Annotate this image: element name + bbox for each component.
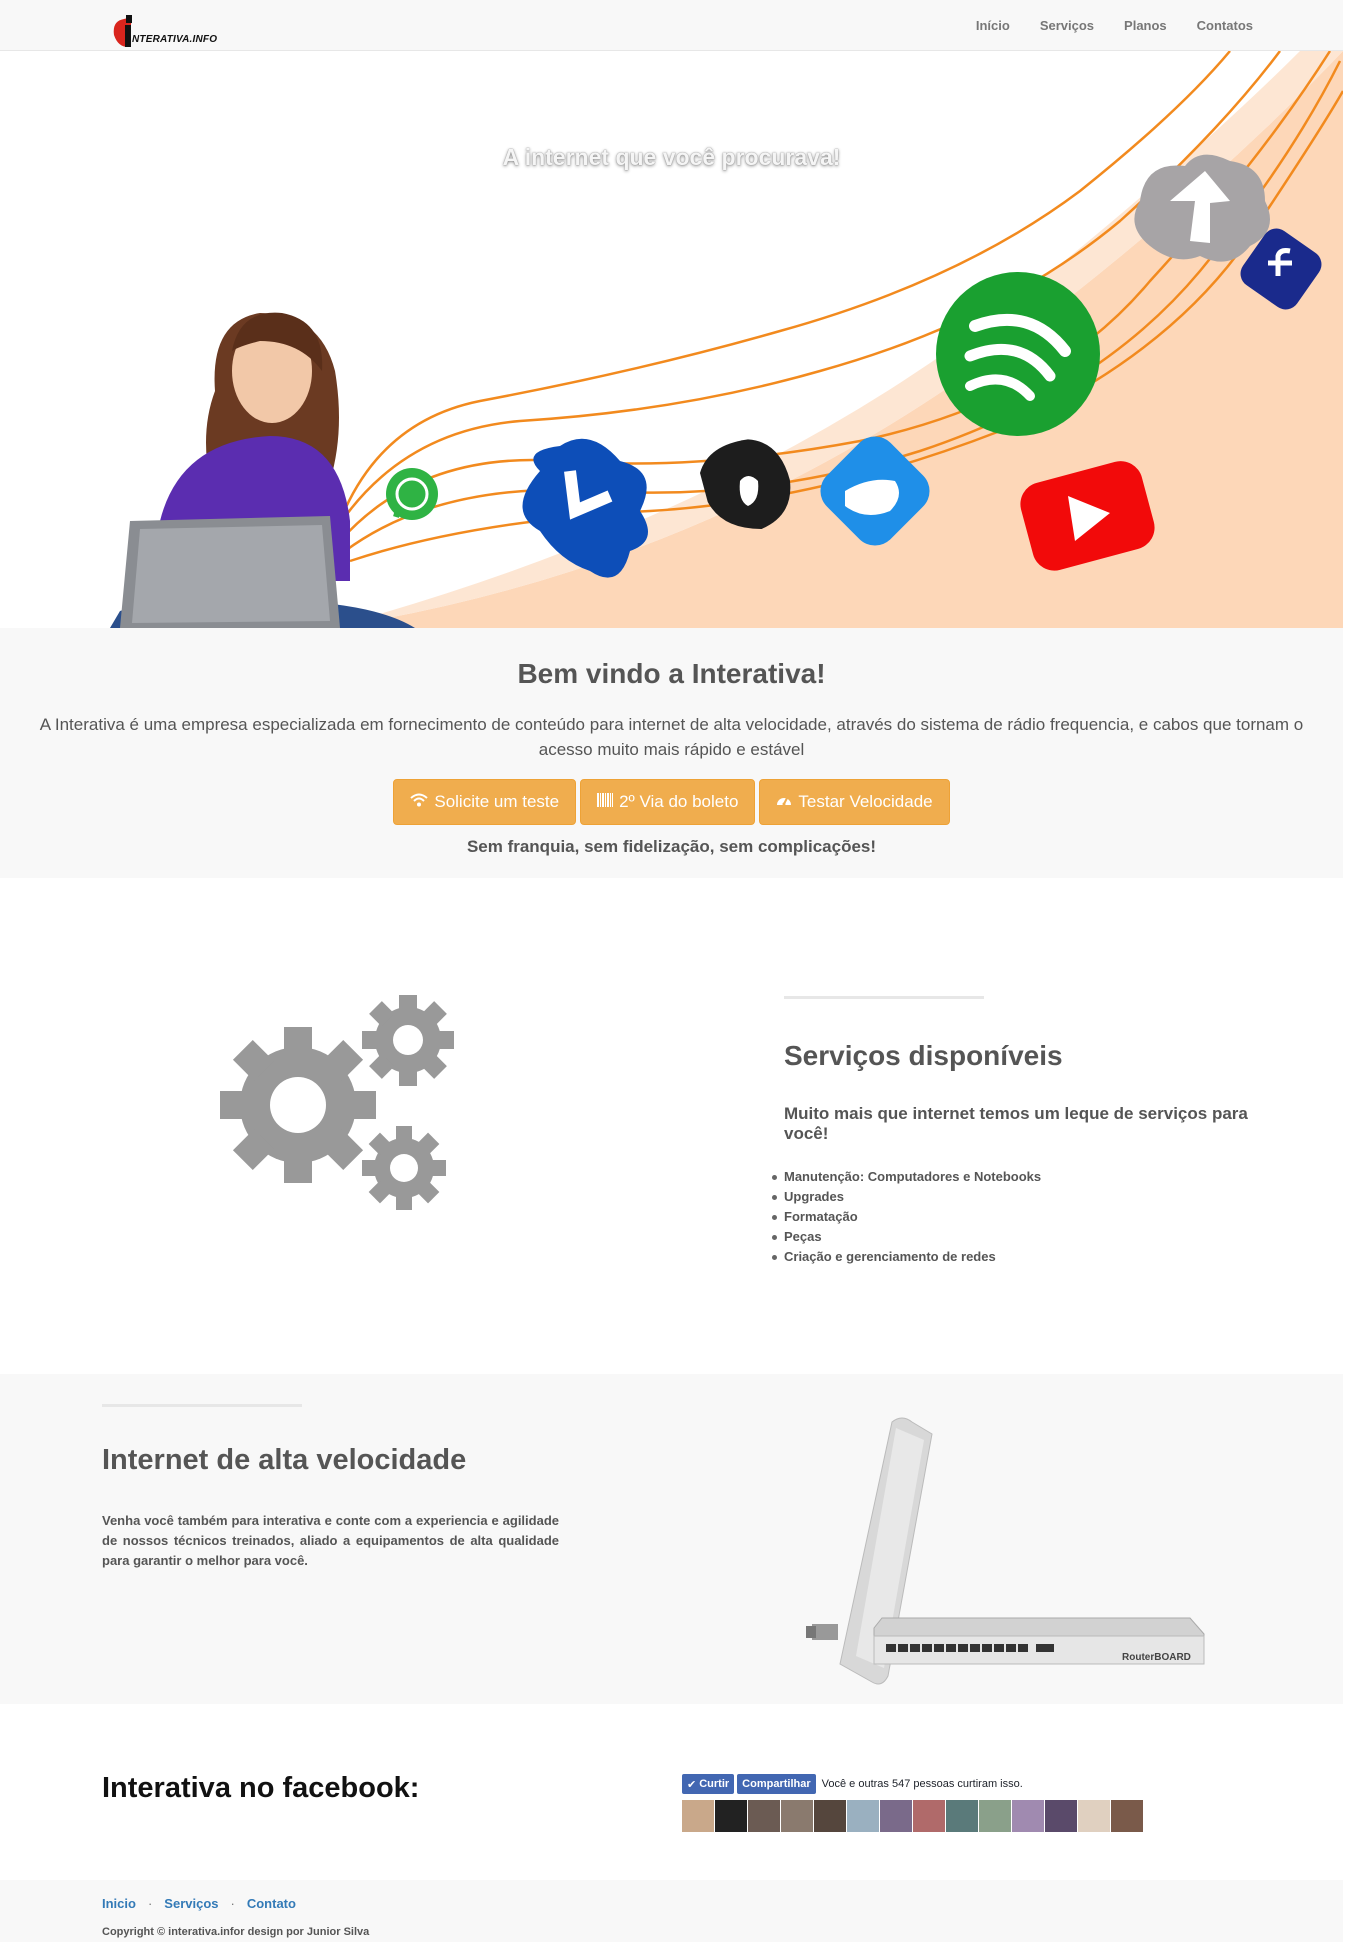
page: NTERATIVA.INFO Início Serviços Planos Co… bbox=[0, 0, 1343, 1942]
speed-test-label: Testar Velocidade bbox=[798, 792, 933, 811]
facebook-like-label: Curtir bbox=[699, 1778, 730, 1790]
facebook-share-button[interactable]: Compartilhar bbox=[737, 1774, 816, 1794]
spotify-icon bbox=[936, 272, 1100, 436]
welcome-title: Bem vindo a Interativa! bbox=[517, 658, 826, 689]
wifi-icon bbox=[410, 793, 429, 812]
internet-text: Venha você também para interativa e cont… bbox=[102, 1513, 559, 1568]
services-subtitle: Muito mais que internet temos um leque d… bbox=[784, 1104, 1248, 1143]
main-nav: Início Serviços Planos Contatos bbox=[976, 18, 1253, 33]
request-test-label: Solicite um teste bbox=[434, 792, 560, 811]
list-item: Peças bbox=[771, 1227, 1041, 1247]
avatar[interactable] bbox=[682, 1800, 714, 1832]
avatar[interactable] bbox=[1012, 1800, 1044, 1832]
hero-banner: A internet que você procurava! bbox=[0, 51, 1343, 628]
services-title: Serviços disponíveis bbox=[784, 1040, 1063, 1071]
avatar[interactable] bbox=[715, 1800, 747, 1832]
facebook-widget: ✔ Curtir Compartilhar Você e outras 547 … bbox=[682, 1774, 1144, 1832]
footer: Inicio · Serviços · Contato Copyright © … bbox=[0, 1880, 1343, 1942]
boleto-label: 2º Via do boleto bbox=[619, 792, 739, 811]
footer-link-inicio[interactable]: Inicio bbox=[102, 1896, 136, 1911]
action-buttons: Solicite um teste 2º Via do boleto Testa… bbox=[0, 779, 1343, 825]
welcome-text: A Interativa é uma empresa especializada… bbox=[39, 715, 1304, 759]
dashboard-icon bbox=[776, 793, 792, 812]
speed-test-button[interactable]: Testar Velocidade bbox=[759, 779, 950, 825]
section-divider bbox=[784, 996, 984, 999]
hero-illustration bbox=[110, 51, 1343, 628]
welcome-section: Bem vindo a Interativa! A Interativa é u… bbox=[0, 628, 1343, 878]
avatar[interactable] bbox=[913, 1800, 945, 1832]
request-test-button[interactable]: Solicite um teste bbox=[393, 779, 577, 825]
gears-icon bbox=[220, 995, 454, 1210]
avatar[interactable] bbox=[814, 1800, 846, 1832]
services-list: Manutenção: Computadores e Notebooks Upg… bbox=[771, 1167, 1041, 1267]
separator: · bbox=[147, 1896, 153, 1911]
router-label: RouterBOARD bbox=[1122, 1652, 1191, 1663]
barcode-icon bbox=[597, 792, 614, 812]
facebook-faces bbox=[682, 1800, 1144, 1832]
list-item: Upgrades bbox=[771, 1187, 1041, 1207]
logo-icon bbox=[113, 15, 132, 47]
footer-link-contato[interactable]: Contato bbox=[247, 1896, 296, 1911]
services-section: Serviços disponíveis Muito mais que inte… bbox=[0, 878, 1343, 1374]
internet-title: Internet de alta velocidade bbox=[102, 1444, 467, 1476]
facebook-title: Interativa no facebook: bbox=[102, 1772, 420, 1804]
facebook-like-button[interactable]: ✔ Curtir bbox=[682, 1774, 735, 1794]
copyright: Copyright © interativa.infor design por … bbox=[102, 1926, 370, 1938]
avatar[interactable] bbox=[1045, 1800, 1077, 1832]
nav-item-contatos[interactable]: Contatos bbox=[1197, 18, 1253, 33]
section-divider bbox=[102, 1404, 302, 1407]
separator: · bbox=[230, 1896, 235, 1911]
boleto-button[interactable]: 2º Via do boleto bbox=[580, 779, 756, 825]
router-illustration: RouterBOARD bbox=[806, 1417, 1205, 1685]
hero-title: A internet que você procurava! bbox=[502, 144, 841, 170]
facebook-like-count: Você e outras 547 pessoas curtiram isso. bbox=[821, 1778, 1023, 1790]
facebook-share-label: Compartilhar bbox=[742, 1778, 811, 1790]
logo-text: NTERATIVA.INFO bbox=[132, 34, 218, 45]
tagline: Sem franquia, sem fidelização, sem compl… bbox=[466, 837, 877, 856]
logo[interactable]: NTERATIVA.INFO bbox=[110, 13, 220, 51]
facebook-section: Interativa no facebook: ✔ Curtir Compart… bbox=[0, 1704, 1343, 1880]
list-item: Formatação bbox=[771, 1207, 1041, 1227]
navbar: NTERATIVA.INFO Início Serviços Planos Co… bbox=[0, 0, 1343, 51]
avatar[interactable] bbox=[1078, 1800, 1110, 1832]
avatar[interactable] bbox=[781, 1800, 813, 1832]
avatar[interactable] bbox=[979, 1800, 1011, 1832]
avatar[interactable] bbox=[1111, 1800, 1143, 1832]
check-icon: ✔ bbox=[687, 1778, 697, 1791]
avatar[interactable] bbox=[748, 1800, 780, 1832]
footer-link-servicos[interactable]: Serviços bbox=[164, 1896, 218, 1911]
footer-links: Inicio · Serviços · Contato bbox=[102, 1896, 296, 1911]
avatar[interactable] bbox=[847, 1800, 879, 1832]
internet-section: Internet de alta velocidade Venha você t… bbox=[0, 1374, 1343, 1704]
avatar[interactable] bbox=[880, 1800, 912, 1832]
whatsapp-icon bbox=[386, 468, 438, 520]
avatar[interactable] bbox=[946, 1800, 978, 1832]
nav-item-servicos[interactable]: Serviços bbox=[1040, 18, 1094, 33]
nav-item-inicio[interactable]: Início bbox=[976, 18, 1010, 33]
nav-item-planos[interactable]: Planos bbox=[1124, 18, 1167, 33]
list-item: Criação e gerenciamento de redes bbox=[771, 1247, 1041, 1267]
list-item: Manutenção: Computadores e Notebooks bbox=[771, 1167, 1041, 1187]
